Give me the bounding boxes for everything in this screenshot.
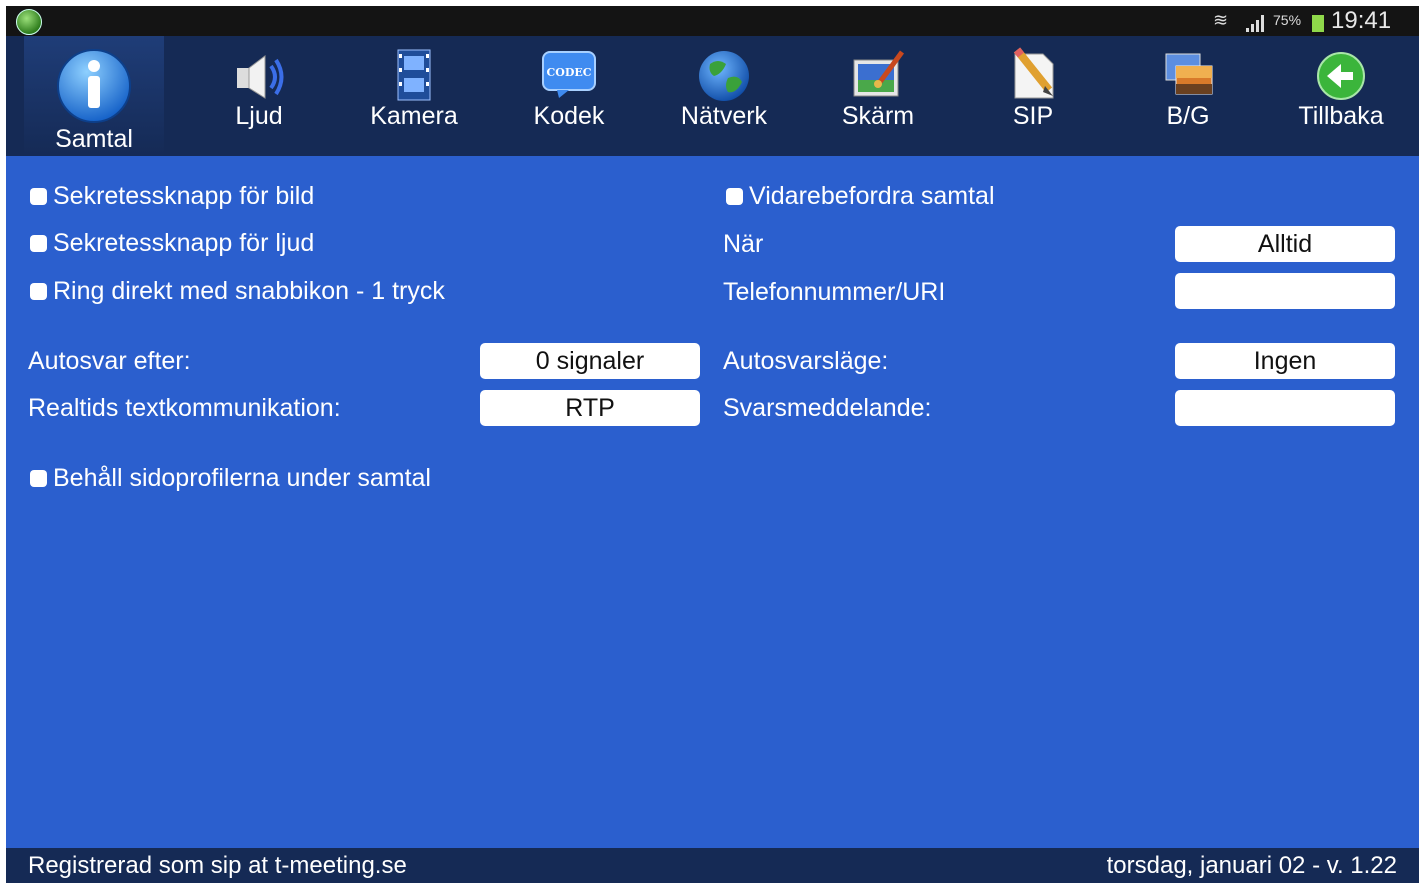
- tab-kamera[interactable]: Kamera: [344, 36, 484, 156]
- svg-text:CODEC: CODEC: [546, 66, 591, 79]
- tab-natverk[interactable]: Nätverk: [654, 36, 794, 156]
- battery-percent: 75%: [1273, 12, 1302, 28]
- settings-panel: Sekretessknapp för bild Sekretessknapp f…: [6, 156, 1419, 848]
- film-icon: [397, 49, 431, 101]
- telefonnummer-input[interactable]: [1175, 273, 1395, 309]
- tab-skarm-label: Skärm: [841, 102, 915, 130]
- tab-ljud-label: Ljud: [235, 102, 283, 130]
- autosvar-select[interactable]: 0 signaler: [480, 343, 700, 379]
- tab-kamera-label: Kamera: [370, 102, 458, 130]
- autosvarslage-label: Autosvarsläge:: [723, 347, 889, 375]
- checkbox-box[interactable]: [30, 470, 47, 487]
- checkbox-label: Ring direkt med snabbikon - 1 tryck: [53, 277, 445, 305]
- tab-ljud[interactable]: Ljud: [189, 36, 329, 156]
- settings-toolbar: Samtal Ljud Kamera CODEC Kodek Nätverk S…: [6, 36, 1419, 156]
- nar-label: När: [723, 230, 764, 258]
- date-version: torsdag, januari 02 - v. 1.22: [1106, 852, 1397, 879]
- telefonnummer-label: Telefonnummer/URI: [723, 278, 946, 306]
- checkbox-label: Sekretessknapp för ljud: [53, 229, 315, 257]
- svarsmeddelande-input[interactable]: [1175, 390, 1395, 426]
- checkbox-box[interactable]: [30, 283, 47, 300]
- autosvarslage-select[interactable]: Ingen: [1175, 343, 1395, 379]
- checkbox-label: Sekretessknapp för bild: [53, 182, 315, 210]
- back-arrow-icon: [1317, 52, 1365, 100]
- checkbox-behall-sidoprofiler[interactable]: Behåll sidoprofilerna under samtal: [30, 464, 431, 493]
- checkbox-label: Vidarebefordra samtal: [749, 182, 995, 210]
- tab-samtal-label: Samtal: [55, 125, 133, 153]
- signal-icon: [1246, 14, 1268, 32]
- info-icon: [57, 49, 131, 123]
- pencil-document-icon: [1013, 47, 1054, 99]
- status-bar: ≋ 75% 19:41: [6, 6, 1419, 36]
- checkbox-box[interactable]: [726, 188, 743, 205]
- tab-kodek[interactable]: CODEC Kodek: [499, 36, 639, 156]
- app-logo-icon: [16, 9, 42, 35]
- codec-icon: CODEC: [542, 51, 596, 98]
- speaker-icon: [237, 55, 284, 99]
- tab-samtal[interactable]: Samtal: [24, 36, 164, 156]
- checkbox-box[interactable]: [30, 235, 47, 252]
- tab-skarm[interactable]: Skärm: [808, 36, 948, 156]
- screen-brush-icon: [853, 50, 905, 97]
- checkbox-ring-direkt[interactable]: Ring direkt med snabbikon - 1 tryck: [30, 277, 445, 306]
- checkbox-vidarebefordra[interactable]: Vidarebefordra samtal: [726, 182, 995, 211]
- wifi-icon: ≋: [1213, 10, 1229, 30]
- tab-sip-label: SIP: [1012, 102, 1054, 130]
- svarsmeddelande-label: Svarsmeddelande:: [723, 394, 932, 422]
- checkbox-box[interactable]: [30, 188, 47, 205]
- tab-sip[interactable]: SIP: [963, 36, 1103, 156]
- app-frame: ≋ 75% 19:41 Samtal Ljud Kamera CODEC Kod…: [6, 6, 1419, 883]
- rtt-select[interactable]: RTP: [480, 390, 700, 426]
- tab-kodek-label: Kodek: [533, 102, 605, 130]
- background-picture-icon: [1165, 53, 1213, 95]
- tab-bg[interactable]: B/G: [1118, 36, 1258, 156]
- checkbox-sekretess-bild[interactable]: Sekretessknapp för bild: [30, 182, 314, 211]
- tab-bg-label: B/G: [1166, 102, 1210, 130]
- status-clock: 19:41: [1331, 7, 1392, 34]
- footer-bar: Registrerad som sip at t-meeting.se tors…: [6, 848, 1419, 883]
- tab-tillbaka[interactable]: Tillbaka: [1271, 36, 1411, 156]
- checkbox-label: Behåll sidoprofilerna under samtal: [53, 464, 431, 492]
- globe-icon: [699, 51, 749, 101]
- checkbox-sekretess-ljud[interactable]: Sekretessknapp för ljud: [30, 229, 314, 258]
- nar-select[interactable]: Alltid: [1175, 226, 1395, 262]
- tab-tillbaka-label: Tillbaka: [1298, 102, 1384, 130]
- rtt-label: Realtids textkommunikation:: [28, 394, 341, 422]
- battery-icon: [1312, 15, 1324, 32]
- registration-status: Registrerad som sip at t-meeting.se: [28, 852, 407, 879]
- tab-natverk-label: Nätverk: [680, 102, 768, 130]
- autosvar-label: Autosvar efter:: [28, 347, 191, 375]
